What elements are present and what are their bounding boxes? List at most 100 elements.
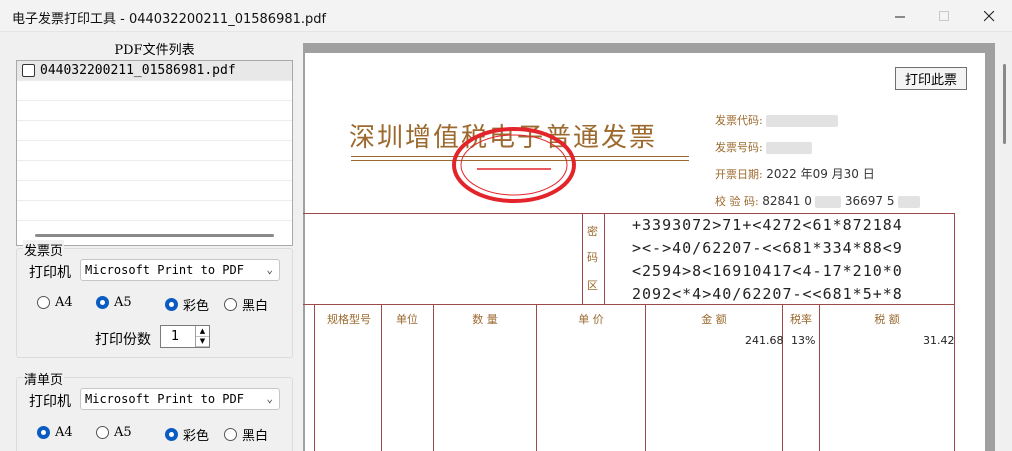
printer-label: 打印机	[29, 265, 71, 281]
printer-select[interactable]: Microsoft Print to PDF ⌄	[80, 388, 280, 410]
radio-a5[interactable]: A5	[96, 295, 132, 310]
chevron-down-icon: ⌄	[266, 263, 273, 276]
column-header: 数 量	[472, 313, 498, 326]
radio-dot	[37, 296, 50, 309]
cipher-label: 码	[587, 251, 598, 264]
list-item-empty	[17, 161, 292, 181]
minimize-icon[interactable]	[877, 0, 923, 32]
cipher-line: ><->40/62207-<<681*334*88<9	[632, 239, 903, 257]
copies-value: 1	[171, 329, 180, 344]
cipher-line: <2594>8<16910417<4-17*210*0	[632, 262, 903, 280]
radio-label: 黑白	[242, 429, 269, 444]
list-item-empty	[17, 181, 292, 201]
printer-select-value: Microsoft Print to PDF	[85, 392, 244, 406]
redacted-code	[766, 115, 839, 127]
radio-dot	[165, 428, 178, 441]
list-item[interactable]: 044032200211_01586981.pdf	[17, 61, 292, 81]
group-label: 发票页	[23, 240, 65, 259]
stamp-seal	[452, 127, 576, 203]
column-header: 规格型号	[327, 313, 371, 326]
invoice-date-row: 开票日期: 2022 年09 月30 日	[715, 165, 875, 182]
column-header: 税率	[790, 313, 812, 326]
column-divider	[314, 304, 315, 451]
file-checkbox[interactable]	[22, 64, 35, 77]
column-divider	[782, 304, 783, 451]
list-page-group: 清单页 打印机 Microsoft Print to PDF ⌄ A4 A5 彩…	[16, 369, 293, 451]
column-divider	[645, 304, 646, 451]
radio-color[interactable]: 彩色	[165, 425, 209, 444]
radio-dot	[224, 428, 237, 441]
invoice-number-label: 发票号码:	[715, 141, 763, 154]
column-header: 单位	[396, 313, 418, 326]
window-title: 电子发票打印工具 - 044032200211_01586981.pdf	[12, 12, 327, 27]
radio-color[interactable]: 彩色	[165, 295, 209, 314]
frame-divider	[604, 213, 605, 304]
radio-dot	[37, 426, 50, 439]
check-code-value: 82841 0	[762, 194, 812, 208]
radio-bw[interactable]: 黑白	[224, 295, 268, 314]
list-item-empty	[17, 81, 292, 101]
file-list-title: PDF文件列表	[114, 43, 195, 58]
radio-label: 彩色	[183, 299, 210, 314]
radio-label: A4	[55, 425, 73, 440]
chevron-down-icon: ⌄	[266, 392, 273, 405]
column-header: 税 额	[874, 313, 900, 326]
column-divider	[819, 304, 820, 451]
check-code-label: 校 验 码:	[715, 195, 759, 208]
radio-label: A5	[114, 425, 132, 440]
copies-stepper[interactable]: 1 ▲ ▼	[160, 325, 210, 348]
file-list[interactable]: 044032200211_01586981.pdf	[16, 60, 293, 246]
frame-divider	[303, 304, 955, 305]
radio-bw[interactable]: 黑白	[224, 425, 268, 444]
radio-a5[interactable]: A5	[96, 425, 132, 440]
radio-dot	[96, 296, 109, 309]
radio-label: 彩色	[183, 429, 210, 444]
column-divider	[381, 304, 382, 451]
column-header: 金 额	[701, 313, 727, 326]
radio-dot	[224, 298, 237, 311]
stepper-down-icon[interactable]: ▼	[196, 337, 209, 347]
tax-rate-value: 13%	[791, 334, 816, 347]
radio-dot	[165, 298, 178, 311]
column-divider	[433, 304, 434, 451]
left-panel: PDF文件列表 044032200211_01586981.pdf 发票页 打印…	[0, 32, 303, 451]
redacted-check	[815, 196, 842, 208]
group-label: 清单页	[23, 369, 65, 388]
cipher-label: 密	[587, 225, 598, 238]
pdf-preview[interactable]: 打印此票 深圳增值税电子普通发票 发票代码: 发票号码: 开票日期: 2022 …	[303, 43, 995, 451]
title-bar: 电子发票打印工具 - 044032200211_01586981.pdf	[0, 0, 1012, 32]
invoice-page-group: 发票页 打印机 Microsoft Print to PDF ⌄ A4 A5 彩…	[16, 240, 293, 358]
check-code-row: 校 验 码: 82841 0 36697 5	[715, 193, 920, 209]
copies-label: 打印份数	[95, 332, 151, 348]
radio-a4[interactable]: A4	[37, 295, 73, 310]
list-item-empty	[17, 141, 292, 161]
radio-label: 黑白	[242, 299, 269, 314]
printer-select-value: Microsoft Print to PDF	[85, 263, 244, 277]
invoice-code-row: 发票代码:	[715, 112, 839, 128]
radio-a4[interactable]: A4	[37, 425, 73, 440]
tax-amount-value: 31.42	[923, 334, 955, 347]
vertical-scroll-thumb[interactable]	[1003, 64, 1006, 144]
print-button[interactable]: 打印此票	[895, 67, 967, 90]
invoice-date-value: 2022 年09 月30 日	[766, 167, 875, 181]
cipher-line: +3393072>71+<4272<61*872184	[632, 216, 903, 234]
printer-label: 打印机	[29, 394, 71, 410]
horizontal-scrollbar[interactable]	[35, 234, 274, 237]
column-header: 单 价	[578, 313, 604, 326]
list-item-empty	[17, 101, 292, 121]
redacted-check	[897, 196, 920, 208]
invoice-page: 打印此票 深圳增值税电子普通发票 发票代码: 发票号码: 开票日期: 2022 …	[303, 53, 985, 451]
frame-divider	[582, 213, 583, 304]
printer-select[interactable]: Microsoft Print to PDF ⌄	[80, 259, 280, 281]
stepper-up-icon[interactable]: ▲	[196, 326, 209, 337]
list-item-empty	[17, 121, 292, 141]
file-name: 044032200211_01586981.pdf	[40, 63, 236, 78]
stepper-buttons[interactable]: ▲ ▼	[195, 326, 209, 347]
list-item-empty	[17, 201, 292, 221]
column-divider	[536, 304, 537, 451]
invoice-number-row: 发票号码:	[715, 139, 813, 155]
cipher-line: 2092<*4>40/62207-<<681*5+*8	[632, 285, 903, 303]
close-icon[interactable]	[966, 0, 1012, 32]
amount-value: 241.68	[745, 334, 784, 347]
invoice-date-label: 开票日期:	[715, 168, 763, 181]
